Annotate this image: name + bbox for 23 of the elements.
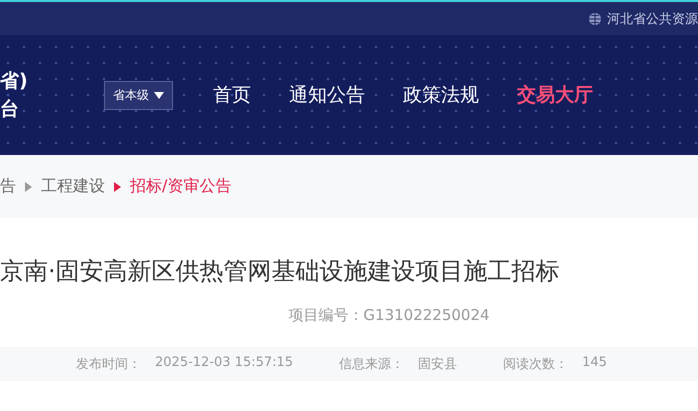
breadcrumb-link[interactable]: 招标/资审公告 (130, 176, 232, 197)
meta-value: 固安县 (418, 356, 458, 373)
logo-text: 省) (0, 69, 29, 94)
meta-value: 145 (582, 355, 607, 372)
nav-link[interactable]: 通知公告 (289, 82, 365, 108)
breadcrumb-link[interactable]: 告 (0, 176, 16, 197)
site-name[interactable]: 河北省公共资源 (607, 10, 698, 28)
article-title: 京南·固安高新区供热管网基础设施建设项目施工招标 (0, 256, 561, 286)
nav-link[interactable]: 交易大厅 (517, 82, 593, 108)
nav-link[interactable]: 首页 (213, 82, 251, 108)
meta-label: 阅读次数： (503, 356, 568, 373)
globe-icon (588, 12, 602, 26)
meta-label: 信息来源： (339, 356, 404, 373)
logo-text: 台 (0, 97, 20, 122)
project-number: 项目编号：G131022250024 (287, 306, 491, 325)
caret-icon (154, 92, 164, 98)
nav-link[interactable]: 政策法规 (403, 82, 479, 108)
meta-value: 2025-12-03 15:57:15 (155, 355, 294, 372)
chevron-icon (25, 182, 32, 192)
meta-label: 发布时间： (76, 356, 141, 373)
level-dropdown[interactable]: 省本级 (104, 80, 173, 110)
breadcrumb-link[interactable]: 工程建设 (41, 176, 105, 197)
chevron-icon (114, 182, 121, 192)
